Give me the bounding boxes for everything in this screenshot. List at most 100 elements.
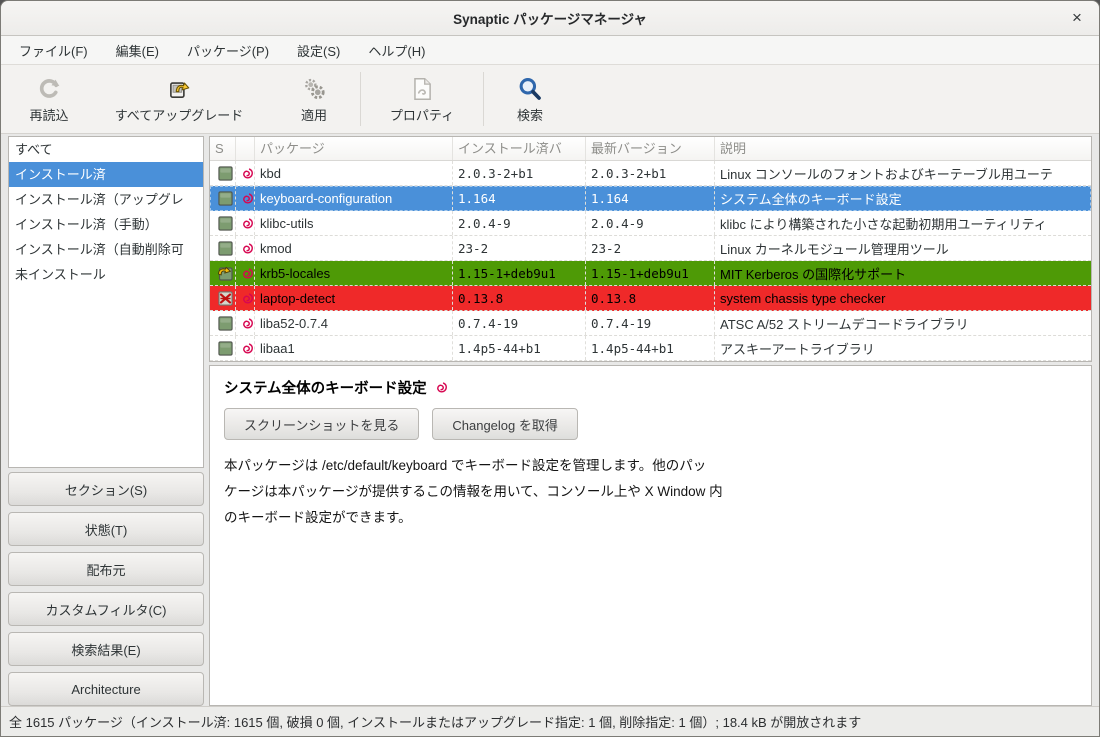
- filter-list: すべて インストール済 インストール済（アップグレ インストール済（手動） イン…: [8, 136, 204, 468]
- latest-version: 1.15-1+deb9u1: [586, 261, 715, 285]
- column-status[interactable]: S: [210, 137, 236, 160]
- status-cell: [210, 261, 236, 285]
- installed-status-icon: [218, 341, 233, 356]
- details-pane: システム全体のキーボード設定 スクリーンショットを見る Changelog を取…: [209, 365, 1092, 706]
- debian-swirl-icon: [241, 167, 254, 180]
- apply-label: 適用: [301, 105, 327, 124]
- filter-installed[interactable]: インストール済: [9, 162, 203, 187]
- upgrade-all-button[interactable]: すべてアップグレード: [89, 68, 269, 130]
- menu-file[interactable]: ファイル(F): [5, 36, 102, 64]
- custom-filters-button[interactable]: カスタムフィルタ(C): [8, 592, 204, 626]
- table-row[interactable]: klibc-utils 2.0.4-9 2.0.4-9 klibc により構築さ…: [210, 211, 1091, 236]
- installed-version: 1.164: [453, 186, 586, 210]
- installed-version: 1.15-1+deb9u1: [453, 261, 586, 285]
- table-header: S パッケージ インストール済バ 最新バージョン 説明: [210, 137, 1091, 161]
- latest-version: 1.164: [586, 186, 715, 210]
- column-latest-version[interactable]: 最新バージョン: [586, 137, 715, 160]
- search-button[interactable]: 検索: [485, 68, 575, 130]
- table-row-selected[interactable]: keyboard-configuration 1.164 1.164 システム全…: [210, 186, 1091, 211]
- upgrade-status-icon: [217, 265, 233, 281]
- table-row[interactable]: libaa1 1.4p5-44+b1 1.4p5-44+b1 アスキーアートライ…: [210, 336, 1091, 361]
- table-row[interactable]: kbd 2.0.3-2+b1 2.0.3-2+b1 Linux コンソールのフォ…: [210, 161, 1091, 186]
- column-description[interactable]: 説明: [715, 137, 1091, 160]
- package-description: ATSC A/52 ストリームデコードライブラリ: [715, 311, 1091, 335]
- status-cell: [210, 211, 236, 235]
- menu-help[interactable]: ヘルプ(H): [354, 36, 439, 64]
- sidebar: すべて インストール済 インストール済（アップグレ インストール済（手動） イン…: [1, 134, 206, 706]
- package-description: klibc により構築された小さな起動初期用ユーティリティ: [715, 211, 1091, 235]
- origin-cell: [236, 161, 255, 185]
- column-origin[interactable]: [236, 137, 255, 160]
- filter-installed-manual[interactable]: インストール済（手動）: [9, 212, 203, 237]
- origin-cell: [236, 211, 255, 235]
- debian-swirl-icon: [435, 381, 448, 394]
- origin-button[interactable]: 配布元: [8, 552, 204, 586]
- status-cell: [210, 311, 236, 335]
- menu-edit[interactable]: 編集(E): [102, 36, 173, 64]
- filter-installed-upgradable[interactable]: インストール済（アップグレ: [9, 187, 203, 212]
- details-title: システム全体のキーボード設定: [224, 377, 427, 398]
- debian-swirl-icon: [241, 192, 254, 205]
- package-description: Linux コンソールのフォントおよびキーテーブル用ユーテ: [715, 161, 1091, 185]
- apply-button[interactable]: 適用: [269, 68, 359, 130]
- properties-icon: [409, 75, 435, 103]
- installed-version: 1.4p5-44+b1: [453, 336, 586, 360]
- package-description: MIT Kerberos の国際化サポート: [715, 261, 1091, 285]
- sections-button[interactable]: セクション(S): [8, 472, 204, 506]
- close-icon[interactable]: ×: [1065, 6, 1089, 30]
- installed-status-icon: [218, 241, 233, 256]
- status-cell: [210, 186, 236, 210]
- installed-status-icon: [218, 216, 233, 231]
- origin-cell: [236, 186, 255, 210]
- filter-not-installed[interactable]: 未インストール: [9, 262, 203, 287]
- table-row[interactable]: liba52-0.7.4 0.7.4-19 0.7.4-19 ATSC A/52…: [210, 311, 1091, 336]
- status-button[interactable]: 状態(T): [8, 512, 204, 546]
- debian-swirl-icon: [241, 292, 254, 305]
- reload-icon: [36, 75, 62, 103]
- status-cell: [210, 236, 236, 260]
- table-row[interactable]: kmod 23-2 23-2 Linux カーネルモジュール管理用ツール: [210, 236, 1091, 261]
- package-name: kbd: [255, 161, 453, 185]
- filter-installed-autoremovable[interactable]: インストール済（自動削除可: [9, 237, 203, 262]
- package-description: Linux カーネルモジュール管理用ツール: [715, 236, 1091, 260]
- window-title: Synaptic パッケージマネージャ: [453, 8, 647, 28]
- package-description: アスキーアートライブラリ: [715, 336, 1091, 360]
- package-name: laptop-detect: [255, 286, 453, 310]
- titlebar[interactable]: Synaptic パッケージマネージャ ×: [1, 1, 1099, 36]
- properties-button[interactable]: プロパティ: [362, 68, 482, 130]
- menu-package[interactable]: パッケージ(P): [173, 36, 283, 64]
- menu-settings[interactable]: 設定(S): [283, 36, 354, 64]
- main-area: すべて インストール済 インストール済（アップグレ インストール済（手動） イン…: [1, 134, 1099, 706]
- origin-cell: [236, 236, 255, 260]
- search-results-button[interactable]: 検索結果(E): [8, 632, 204, 666]
- toolbar-separator: [483, 72, 484, 126]
- table-row-marked-removal[interactable]: laptop-detect 0.13.8 0.13.8 system chass…: [210, 286, 1091, 311]
- table-row-marked-upgrade[interactable]: krb5-locales 1.15-1+deb9u1 1.15-1+deb9u1…: [210, 261, 1091, 286]
- latest-version: 23-2: [586, 236, 715, 260]
- apply-gears-icon: [301, 75, 327, 103]
- installed-status-icon: [218, 191, 233, 206]
- reload-button[interactable]: 再読込: [9, 68, 89, 130]
- origin-cell: [236, 336, 255, 360]
- package-table: S パッケージ インストール済バ 最新バージョン 説明 kbd 2.0.3-2+…: [209, 136, 1092, 362]
- debian-swirl-icon: [241, 267, 254, 280]
- debian-swirl-icon: [241, 317, 254, 330]
- view-buttons: セクション(S) 状態(T) 配布元 カスタムフィルタ(C) 検索結果(E) A…: [8, 472, 204, 706]
- search-icon: [517, 75, 543, 103]
- remove-status-icon: [218, 291, 233, 306]
- origin-cell: [236, 261, 255, 285]
- toolbar-separator: [360, 72, 361, 126]
- status-cell: [210, 336, 236, 360]
- filter-all[interactable]: すべて: [9, 137, 203, 162]
- status-bar-text: 全 1615 パッケージ（インストール済: 1615 個, 破損 0 個, イン…: [9, 712, 861, 731]
- description-line: ケージは本パッケージが提供するこの情報を用いて、コンソール上や X Window…: [224, 479, 1079, 505]
- column-package[interactable]: パッケージ: [255, 137, 453, 160]
- package-name: klibc-utils: [255, 211, 453, 235]
- get-screenshot-button[interactable]: スクリーンショットを見る: [224, 408, 419, 440]
- architecture-button[interactable]: Architecture: [8, 672, 204, 706]
- origin-cell: [236, 286, 255, 310]
- get-changelog-button[interactable]: Changelog を取得: [432, 408, 578, 440]
- column-installed-version[interactable]: インストール済バ: [453, 137, 586, 160]
- latest-version: 1.4p5-44+b1: [586, 336, 715, 360]
- description-line: 本パッケージは /etc/default/keyboard でキーボード設定を管…: [224, 453, 1079, 479]
